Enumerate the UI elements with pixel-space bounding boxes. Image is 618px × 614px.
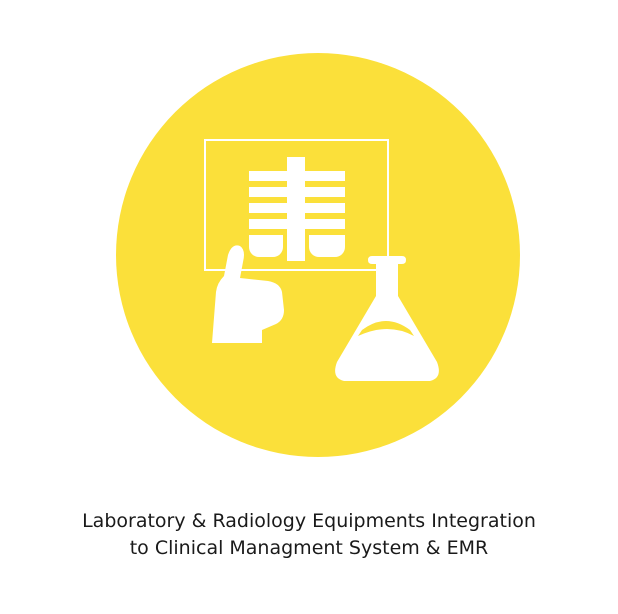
- page: Laboratory & Radiology Equipments Integr…: [0, 0, 618, 614]
- lab-flask-icon: [335, 256, 439, 381]
- hand-icon: [212, 245, 284, 343]
- caption: Laboratory & Radiology Equipments Integr…: [0, 508, 618, 562]
- caption-line-2: to Clinical Managment System & EMR: [129, 537, 489, 559]
- caption-line-1: Laboratory & Radiology Equipments Integr…: [82, 510, 536, 532]
